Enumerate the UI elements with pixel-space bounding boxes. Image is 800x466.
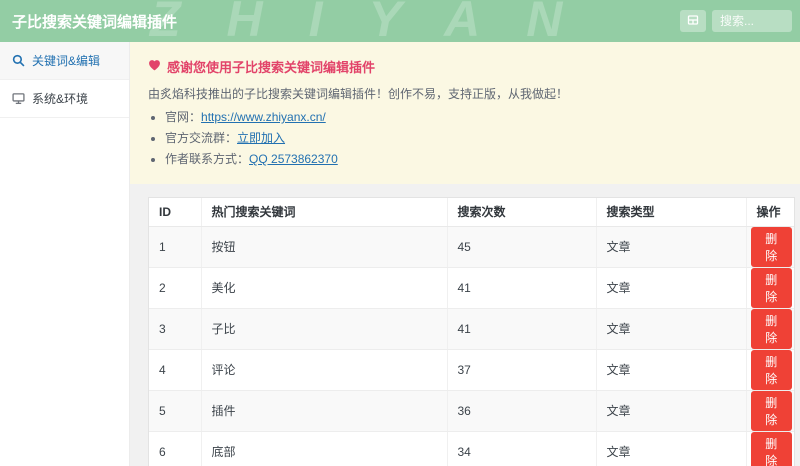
notice-links-list: 官网：https://www.zhiyanx.cn/ 官方交流群：立即加入 作者… [148, 108, 780, 167]
cell-keyword: 子比 [200, 308, 447, 350]
header-actions [680, 10, 792, 32]
search-icon [12, 54, 25, 67]
expand-icon [687, 14, 699, 29]
system-icon [12, 92, 25, 105]
cell-id: 4 [149, 349, 201, 391]
welcome-notice: 感谢您使用子比搜索关键词编辑插件 由炙焰科技推出的子比搜索关键词编辑插件！创作不… [130, 42, 800, 184]
notice-title-row: 感谢您使用子比搜索关键词编辑插件 [148, 57, 780, 76]
expand-button[interactable] [680, 10, 706, 32]
sidebar-item-keywords-edit[interactable]: 关键词&编辑 [0, 42, 129, 80]
cell-action: 删除 [745, 267, 794, 309]
sidebar-item-label: 系统&环境 [32, 92, 89, 106]
delete-button[interactable]: 删除 [750, 267, 792, 308]
cell-count: 36 [446, 390, 596, 432]
cell-type: 文章 [595, 267, 746, 309]
sidebar-item-system-env[interactable]: 系统&环境 [0, 80, 129, 118]
cell-keyword: 美化 [200, 267, 447, 309]
cell-action: 删除 [745, 349, 794, 391]
table-row: 6 底部 34 文章 删除 [149, 431, 794, 466]
sidebar-item-label: 关键词&编辑 [32, 54, 101, 68]
notice-title: 感谢您使用子比搜索关键词编辑插件 [167, 60, 376, 75]
cell-type: 文章 [595, 349, 746, 391]
cell-id: 6 [149, 431, 201, 466]
cell-type: 文章 [595, 390, 746, 432]
table-header-row: ID 热门搜索关键词 搜索次数 搜索类型 操作 [149, 198, 794, 227]
cell-keyword: 底部 [200, 431, 447, 466]
cell-type: 文章 [595, 308, 746, 350]
cell-type: 文章 [595, 226, 746, 268]
cell-type: 文章 [595, 431, 746, 466]
header-search-input[interactable] [712, 10, 792, 32]
delete-button[interactable]: 删除 [750, 226, 792, 267]
cell-count: 34 [446, 431, 596, 466]
cell-action: 删除 [745, 308, 794, 350]
keywords-table: ID 热门搜索关键词 搜索次数 搜索类型 操作 1 按钮 45 文章 删除 2 美化 41 文章… [149, 198, 794, 466]
cell-id: 5 [149, 390, 201, 432]
cell-count: 45 [446, 226, 596, 268]
cell-count: 37 [446, 349, 596, 391]
list-item: 官网：https://www.zhiyanx.cn/ [165, 108, 780, 125]
table-row: 2 美化 41 文章 删除 [149, 267, 794, 309]
col-id: ID [149, 198, 201, 227]
table-row: 4 评论 37 文章 删除 [149, 349, 794, 391]
cell-action: 删除 [745, 226, 794, 268]
table-body: 1 按钮 45 文章 删除 2 美化 41 文章 删除 3 子比 41 文章 删除 4 评论 37 文章 删除 5 插件 3… [149, 226, 794, 466]
bullet-label: 作者联系方式： [165, 152, 250, 166]
cell-action: 删除 [745, 390, 794, 432]
cell-count: 41 [446, 308, 596, 350]
delete-button[interactable]: 删除 [750, 390, 792, 431]
table-row: 5 插件 36 文章 删除 [149, 390, 794, 432]
cell-action: 删除 [745, 431, 794, 466]
official-site-link[interactable]: https://www.zhiyanx.cn/ [201, 110, 326, 124]
col-keyword: 热门搜索关键词 [200, 198, 447, 227]
cell-keyword: 按钮 [200, 226, 447, 268]
heart-icon [148, 59, 161, 74]
delete-button[interactable]: 删除 [750, 431, 792, 466]
list-item: 官方交流群：立即加入 [165, 129, 780, 146]
bullet-label: 官网： [165, 110, 202, 124]
col-type: 搜索类型 [595, 198, 746, 227]
cell-id: 3 [149, 308, 201, 350]
main-content: 感谢您使用子比搜索关键词编辑插件 由炙焰科技推出的子比搜索关键词编辑插件！创作不… [130, 42, 800, 466]
notice-description: 由炙焰科技推出的子比搜索关键词编辑插件！创作不易，支持正版，从我做起！ [148, 87, 569, 101]
keywords-table-card: ID 热门搜索关键词 搜索次数 搜索类型 操作 1 按钮 45 文章 删除 2 美化 41 文章… [148, 197, 795, 466]
author-qq-link[interactable]: QQ 2573862370 [249, 152, 338, 166]
join-group-link[interactable]: 立即加入 [237, 131, 285, 145]
bullet-label: 官方交流群： [165, 131, 238, 145]
delete-button[interactable]: 删除 [750, 349, 792, 390]
header-bar: ZHIYAN 子比搜索关键词编辑插件 [0, 0, 800, 42]
cell-id: 2 [149, 267, 201, 309]
list-item: 作者联系方式：QQ 2573862370 [165, 150, 780, 167]
col-count: 搜索次数 [446, 198, 596, 227]
cell-count: 41 [446, 267, 596, 309]
brand-watermark: ZHIYAN [150, 0, 609, 42]
page-title: 子比搜索关键词编辑插件 [12, 13, 178, 31]
col-action: 操作 [745, 198, 794, 227]
table-row: 3 子比 41 文章 删除 [149, 308, 794, 350]
cell-keyword: 评论 [200, 349, 447, 391]
table-row: 1 按钮 45 文章 删除 [149, 226, 794, 268]
cell-id: 1 [149, 226, 201, 268]
cell-keyword: 插件 [200, 390, 447, 432]
sidebar: 关键词&编辑 系统&环境 [0, 42, 130, 466]
delete-button[interactable]: 删除 [750, 308, 792, 349]
